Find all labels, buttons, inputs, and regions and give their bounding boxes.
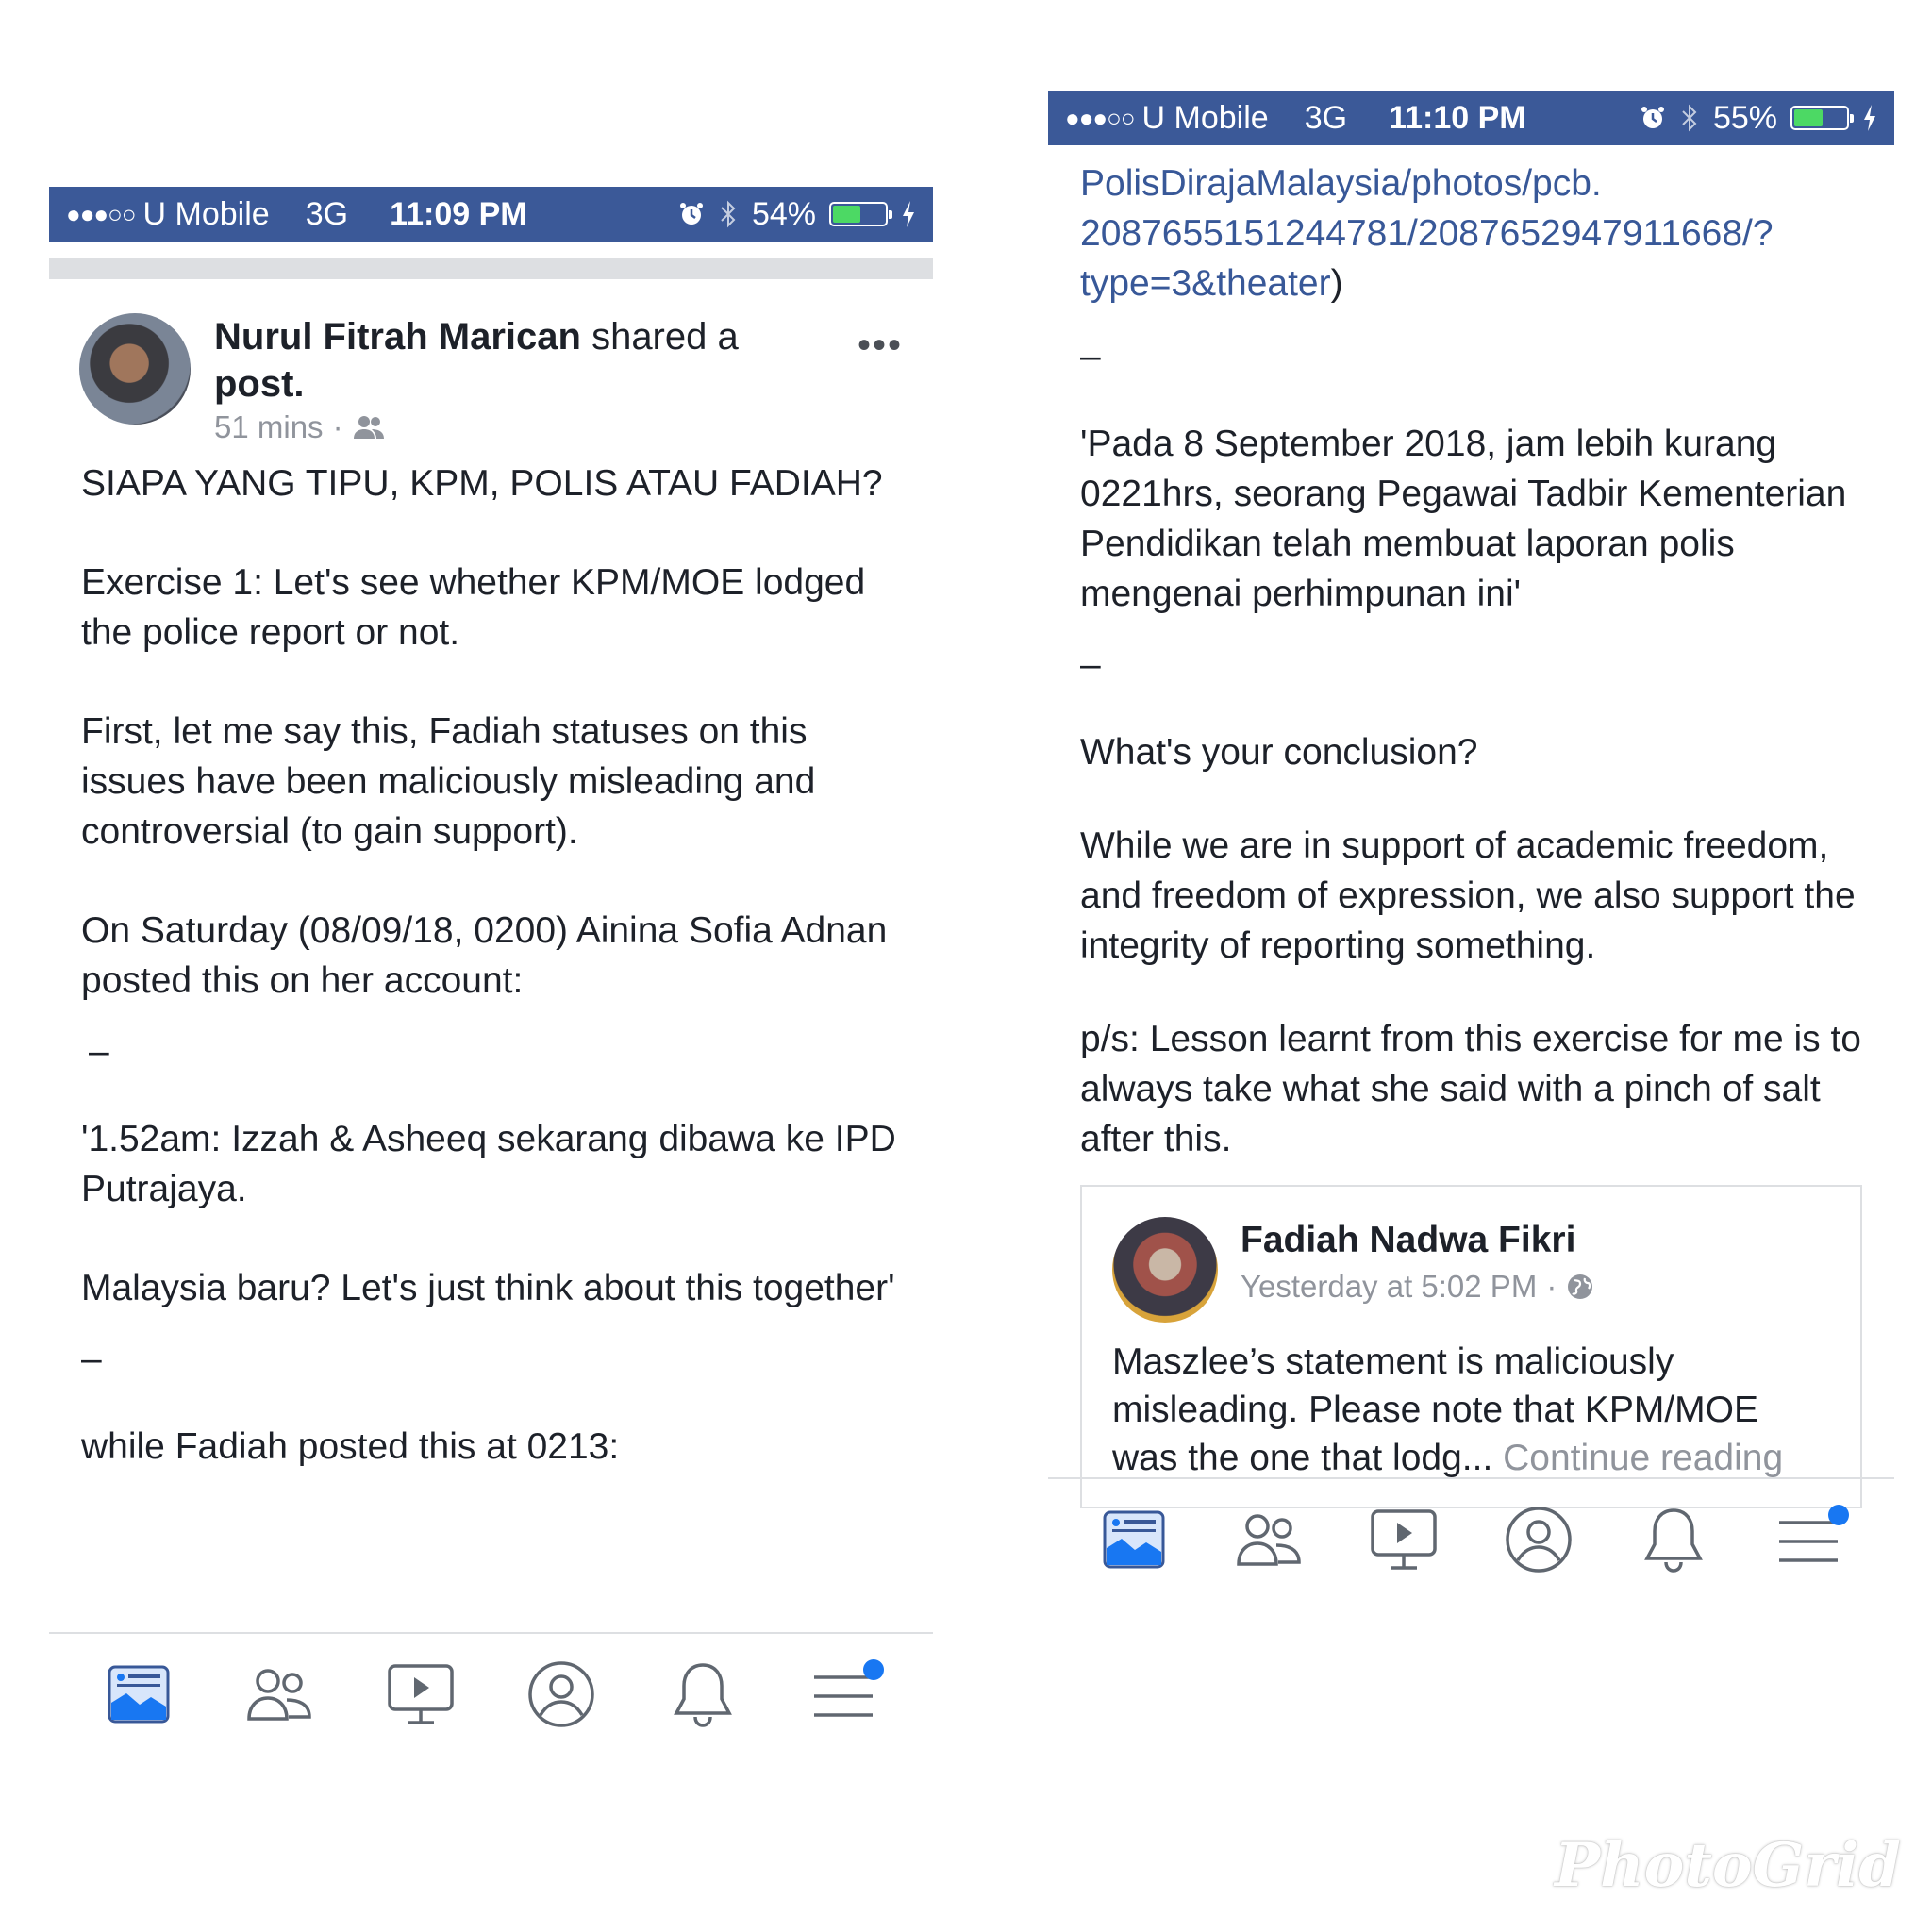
notification-badge xyxy=(863,1659,885,1680)
post-body: SIAPA YANG TIPU, KPM, POLIS ATAU FADIAH?… xyxy=(49,458,933,1472)
bluetooth-icon xyxy=(1682,104,1697,132)
url-link[interactable]: PolisDirajaMalaysia/photos/pcb. 208765515… xyxy=(1080,163,1774,304)
carrier-name: U Mobile xyxy=(1141,99,1269,136)
continue-reading-link[interactable]: Continue reading xyxy=(1503,1438,1783,1478)
bluetooth-icon xyxy=(721,200,736,228)
tab-watch[interactable] xyxy=(1361,1497,1446,1582)
battery-percent: 55% xyxy=(1712,99,1777,136)
watch-icon xyxy=(1371,1509,1437,1570)
right-screenshot: ●●●○○ U Mobile 3G 11:10 PM 55% PolisDira… xyxy=(1048,91,1894,1657)
post-paragraph: While we are in support of academic free… xyxy=(1080,825,1856,966)
carrier-name: U Mobile xyxy=(142,195,270,232)
notifications-icon xyxy=(673,1663,732,1727)
signal-strength: ●●●○○ xyxy=(1065,103,1136,132)
post-paragraph: SIAPA YANG TIPU, KPM, POLIS ATAU FADIAH? xyxy=(81,463,883,504)
notifications-icon xyxy=(1643,1508,1703,1573)
tab-friends[interactable] xyxy=(1226,1497,1311,1582)
author-name[interactable]: Nurul Fitrah Marican xyxy=(214,316,581,358)
post-paragraph: '1.52am: Izzah & Asheeq sekarang dibawa … xyxy=(81,1119,896,1209)
author-line: Nurul Fitrah Marican shared a post. xyxy=(214,313,818,408)
tab-news-feed[interactable] xyxy=(96,1652,181,1737)
friends-icon xyxy=(1237,1514,1301,1566)
battery-icon xyxy=(829,202,892,226)
charging-icon xyxy=(1864,105,1875,131)
network-type: 3G xyxy=(1304,99,1348,136)
profile-icon xyxy=(528,1661,594,1727)
news-feed-icon xyxy=(1103,1510,1165,1569)
bottom-tab-bar xyxy=(49,1632,933,1755)
post-paragraph: What's your conclusion? xyxy=(1080,732,1478,773)
shared-post-time[interactable]: Yesterday at 5:02 PM xyxy=(1241,1264,1537,1309)
post-meta: 51 mins · xyxy=(214,409,385,445)
author-avatar[interactable] xyxy=(79,313,191,425)
post-paragraph: p/s: Lesson learnt from this exercise fo… xyxy=(1080,1019,1861,1159)
separator-dash: – xyxy=(89,1031,109,1072)
tab-profile[interactable] xyxy=(1496,1497,1581,1582)
tab-news-feed[interactable] xyxy=(1091,1497,1176,1582)
meta-separator: · xyxy=(332,409,343,444)
tab-watch[interactable] xyxy=(378,1652,463,1737)
friends-icon xyxy=(247,1669,312,1721)
url-line: type=3&theater xyxy=(1080,263,1331,304)
post-paragraph: Exercise 1: Let's see whether KPM/MOE lo… xyxy=(81,562,866,653)
battery-icon xyxy=(1790,106,1854,130)
separator-dash: – xyxy=(81,1339,102,1379)
clock: 11:10 PM xyxy=(1389,99,1526,136)
battery-percent: 54% xyxy=(751,195,816,232)
profile-icon xyxy=(1506,1507,1572,1573)
shared-post-text: Maszlee’s statement is maliciously misle… xyxy=(1112,1338,1830,1482)
shared-post-meta: Yesterday at 5:02 PM · xyxy=(1241,1264,1830,1309)
shared-author-avatar[interactable] xyxy=(1112,1217,1218,1323)
post-body: PolisDirajaMalaysia/photos/pcb. 208765515… xyxy=(1048,145,1894,1164)
post-paragraph: On Saturday (08/09/18, 0200) Ainina Sofi… xyxy=(81,910,888,1001)
status-bar: ●●●○○ U Mobile 3G 11:09 PM 54% xyxy=(49,187,933,242)
url-text: PolisDirajaMalaysia/photos/pcb. 208765515… xyxy=(1080,158,1864,308)
separator-dash: – xyxy=(1080,644,1101,685)
url-close-paren: ) xyxy=(1330,263,1343,304)
signal-strength: ●●●○○ xyxy=(66,199,137,228)
globe-icon xyxy=(1568,1274,1593,1299)
more-options-button[interactable]: ••• xyxy=(858,325,903,367)
divider xyxy=(49,258,933,279)
post-time[interactable]: 51 mins xyxy=(214,409,324,445)
tab-menu[interactable] xyxy=(801,1652,886,1737)
post-header: Nurul Fitrah Marican shared a post. 51 m… xyxy=(49,279,933,458)
shared-post-card[interactable]: Fadiah Nadwa Fikri Yesterday at 5:02 PM … xyxy=(1080,1185,1862,1508)
bottom-tab-bar xyxy=(1048,1477,1894,1600)
shared-post-link[interactable]: post. xyxy=(214,363,305,405)
clock: 11:09 PM xyxy=(390,195,527,232)
post-paragraph: while Fadiah posted this at 0213: xyxy=(81,1426,620,1467)
separator-dash: – xyxy=(1080,336,1101,376)
network-type: 3G xyxy=(305,195,349,232)
meta-separator: · xyxy=(1546,1269,1557,1304)
news-feed-icon xyxy=(108,1665,170,1724)
shared-action: shared a xyxy=(580,316,739,358)
notification-badge xyxy=(1827,1505,1849,1525)
alarm-icon xyxy=(679,203,703,225)
status-bar: ●●●○○ U Mobile 3G 11:10 PM 55% xyxy=(1048,91,1894,145)
post-paragraph: Malaysia baru? Let's just think about th… xyxy=(81,1268,895,1308)
post-paragraph: First, let me say this, Fadiah statuses … xyxy=(81,711,816,852)
tab-profile[interactable] xyxy=(519,1652,604,1737)
watch-icon xyxy=(388,1664,454,1724)
tab-notifications[interactable] xyxy=(660,1652,745,1737)
friends-icon xyxy=(353,416,384,439)
url-line: 2087655151244781/2087652947911668/? xyxy=(1080,213,1774,254)
alarm-icon xyxy=(1641,107,1664,128)
tab-friends[interactable] xyxy=(237,1652,322,1737)
tab-menu[interactable] xyxy=(1766,1497,1851,1582)
photogrid-watermark: PhotoGrid xyxy=(1555,1830,1902,1901)
url-line: PolisDirajaMalaysia/photos/pcb. xyxy=(1080,163,1602,204)
post-paragraph: 'Pada 8 September 2018, jam lebih kurang… xyxy=(1080,424,1847,614)
shared-author-name[interactable]: Fadiah Nadwa Fikri xyxy=(1241,1217,1830,1264)
left-screenshot: ●●●○○ U Mobile 3G 11:09 PM 54% Nurul Fit… xyxy=(49,187,933,1772)
charging-icon xyxy=(903,201,914,227)
tab-notifications[interactable] xyxy=(1631,1497,1716,1582)
